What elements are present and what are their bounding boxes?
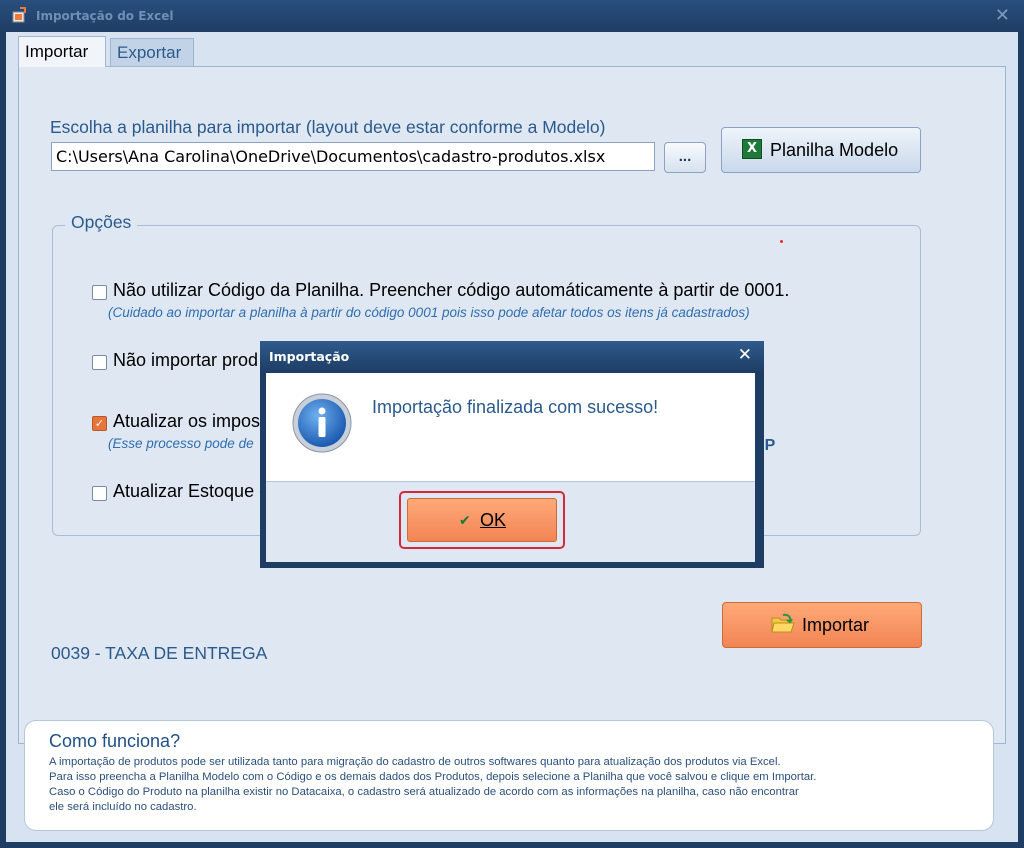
option-skip-products-checkbox[interactable] xyxy=(92,355,107,370)
import-button-label: Importar xyxy=(802,615,870,635)
option-update-taxes-note: (Esse processo pode de xyxy=(108,436,254,451)
option-update-taxes-label: Atualizar os impos xyxy=(113,411,261,431)
marker-dot xyxy=(780,240,783,243)
help-line: Para isso preencha a Planilha Modelo com… xyxy=(49,771,817,783)
main-window: Importação do Excel ✕ Importar Exportar … xyxy=(0,0,1024,848)
title-bar: Importação do Excel ✕ xyxy=(0,0,1024,32)
help-box: Como funciona? A importação de produtos … xyxy=(24,720,994,831)
folder-open-icon xyxy=(771,613,795,633)
option-auto-code-label: Não utilizar Código da Planilha. Preench… xyxy=(113,280,790,300)
file-path-input[interactable] xyxy=(51,142,655,171)
help-line: Caso o Código do Produto na planilha exi… xyxy=(49,786,799,798)
ok-button-highlight: ✔ OK xyxy=(399,491,565,549)
option-auto-code-note: (Cuidado ao importar a planilha à partir… xyxy=(108,305,750,320)
help-title: Como funciona? xyxy=(49,731,181,751)
info-icon xyxy=(292,393,352,453)
model-spreadsheet-label: Planilha Modelo xyxy=(770,140,899,160)
model-spreadsheet-button[interactable]: X Planilha Modelo xyxy=(721,127,921,173)
options-title: Opções xyxy=(65,212,138,233)
tab-importar[interactable]: Importar xyxy=(18,36,106,67)
option-update-stock-checkbox[interactable] xyxy=(92,486,107,501)
current-product-label: 0039 - TAXA DE ENTREGA xyxy=(51,643,268,663)
dialog-title-bar: Importação ✕ xyxy=(260,341,764,373)
help-line: ele será incluído no cadastro. xyxy=(49,801,197,813)
choose-file-label: Escolha a planilha para importar (layout… xyxy=(50,117,606,137)
dialog-body: Importação finalizada com sucesso! xyxy=(266,373,755,481)
help-text: A importação de produtos pode ser utiliz… xyxy=(49,755,949,815)
ok-button[interactable]: ✔ OK xyxy=(407,498,557,542)
dialog-footer: ✔ OK xyxy=(266,481,755,562)
checkmark-icon: ✔ xyxy=(459,513,471,529)
window-title: Importação do Excel xyxy=(36,9,174,23)
browse-button[interactable]: ... xyxy=(664,142,706,173)
help-line: A importação de produtos pode ser utiliz… xyxy=(49,756,781,768)
excel-icon: X xyxy=(742,139,762,159)
ok-button-label: OK xyxy=(480,510,507,530)
option-update-taxes-checkbox[interactable]: ✓ xyxy=(92,416,107,431)
window-close-icon[interactable]: ✕ xyxy=(995,5,1010,26)
dialog-message: Importação finalizada com sucesso! xyxy=(372,397,659,417)
option-auto-code-checkbox[interactable] xyxy=(92,285,107,300)
app-icon xyxy=(12,7,26,23)
import-result-dialog: Importação ✕ Importação finalizada com s… xyxy=(260,341,764,568)
option-skip-products-label: Não importar prod xyxy=(113,350,259,370)
dialog-title: Importação xyxy=(269,349,350,364)
import-button[interactable]: Importar xyxy=(722,602,922,648)
tab-exportar[interactable]: Exportar xyxy=(110,38,194,66)
option-update-stock-label: Atualizar Estoque c xyxy=(113,481,269,501)
dialog-close-icon[interactable]: ✕ xyxy=(738,345,752,365)
